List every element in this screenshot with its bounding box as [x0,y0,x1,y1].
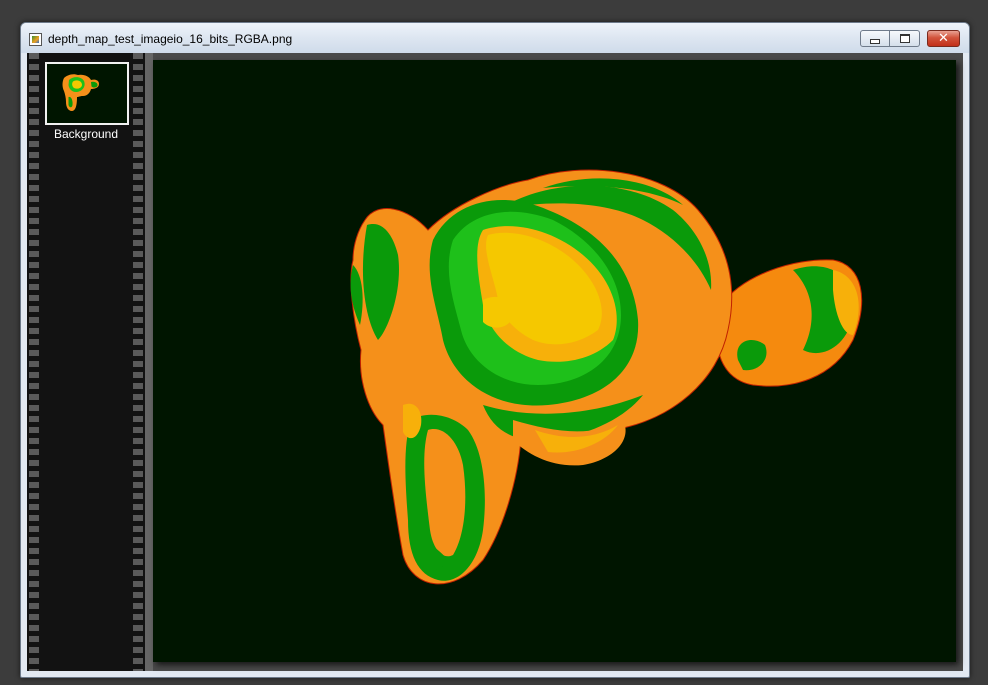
image-file-icon [29,33,42,46]
layer-label-background[interactable]: Background [37,127,135,141]
filmstrip-perforation-left [29,53,39,671]
minimize-button[interactable] [860,30,890,47]
close-icon: ✕ [938,31,949,46]
maximize-icon [899,34,910,43]
filmstrip-perforation-right [133,53,143,671]
depth-map-image [153,60,956,662]
window-client-area: Background [27,53,963,671]
image-canvas[interactable] [153,60,956,662]
minimize-icon [870,38,880,44]
window-title: depth_map_test_imageio_16_bits_RGBA.png [48,32,293,46]
close-button[interactable]: ✕ [927,30,960,47]
title-bar[interactable]: depth_map_test_imageio_16_bits_RGBA.png … [21,23,969,53]
panel-divider[interactable] [145,53,153,671]
image-window: depth_map_test_imageio_16_bits_RGBA.png … [20,22,970,678]
layer-thumbnail-background[interactable] [45,62,129,125]
layer-thumbnail-image [47,64,127,123]
layers-filmstrip: Background [27,53,145,671]
maximize-button[interactable] [890,30,920,47]
